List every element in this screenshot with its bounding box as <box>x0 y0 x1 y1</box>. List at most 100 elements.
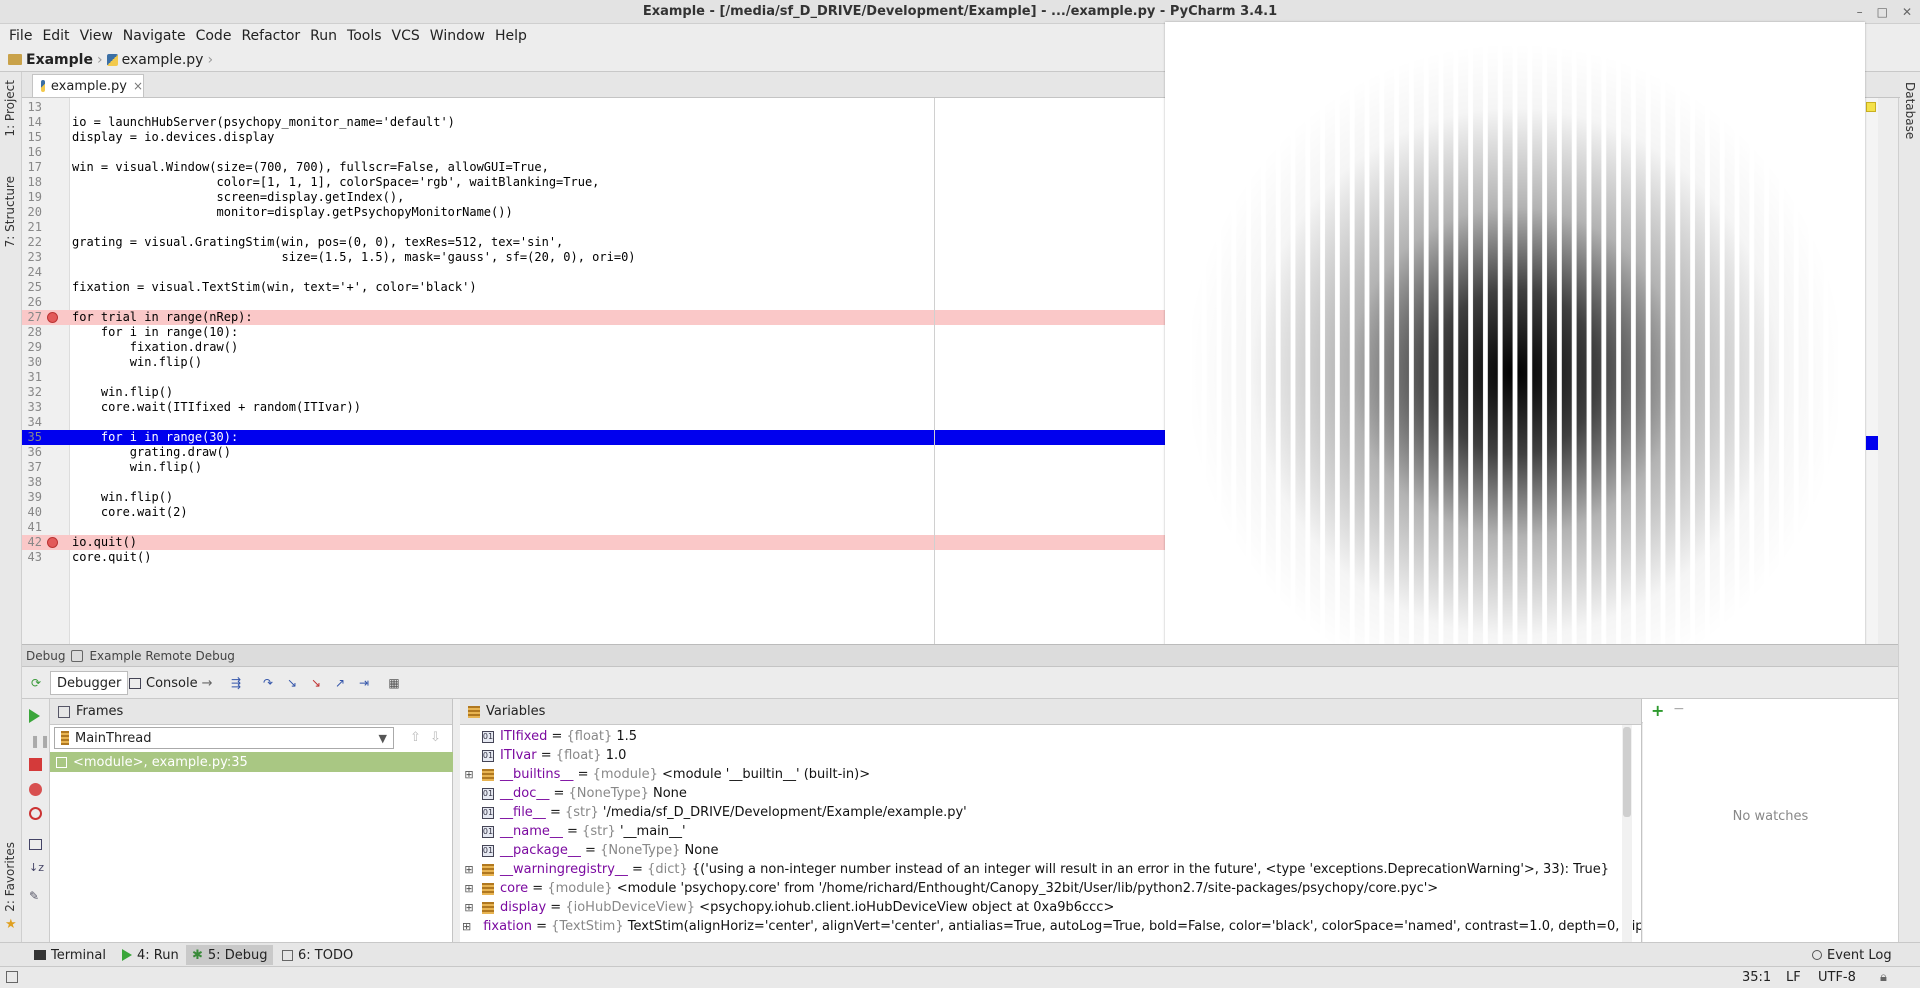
breadcrumb-project[interactable]: Example <box>26 52 93 68</box>
step-into-my-code-icon[interactable]: ↘ <box>308 675 324 691</box>
scrollbar-thumb[interactable] <box>1623 727 1631 817</box>
breakpoint-icon[interactable] <box>47 312 58 323</box>
variable-row[interactable]: 01 __file__ = {str} '/media/sf_D_DRIVE/De… <box>460 803 1620 822</box>
variable-row[interactable]: ⊞ __warningregistry__ = {dict} {('using a… <box>460 860 1620 879</box>
sort-icon[interactable]: ↓z <box>29 861 44 874</box>
breakpoint-icon[interactable] <box>47 537 58 548</box>
frame-row[interactable]: <module>, example.py:35 <box>50 752 453 772</box>
tool-favorites[interactable]: 2: Favorites <box>3 842 17 912</box>
line-number: 34 <box>27 415 42 429</box>
resume-icon[interactable] <box>29 709 40 723</box>
step-over-icon[interactable]: ↷ <box>260 675 276 691</box>
tool-database[interactable]: Database <box>1903 82 1917 139</box>
tab-debugger[interactable]: Debugger <box>50 671 129 695</box>
variables-scrollbar[interactable] <box>1622 725 1632 942</box>
variable-row[interactable]: 01 ITIvar = {float} 1.0 <box>460 746 1620 765</box>
close-tab-icon[interactable]: × <box>133 79 143 93</box>
toggle-panels-icon[interactable] <box>6 971 18 983</box>
menu-tools[interactable]: Tools <box>342 28 387 44</box>
menu-run[interactable]: Run <box>305 28 342 44</box>
line-number: 33 <box>27 400 42 414</box>
variable-row[interactable]: 01 __name__ = {str} '__main__' <box>460 822 1620 841</box>
variable-row[interactable]: 01 __package__ = {NoneType} None <box>460 841 1620 860</box>
object-icon <box>482 768 494 781</box>
menu-refactor[interactable]: Refactor <box>236 28 305 44</box>
code-text: io.quit() <box>72 535 138 549</box>
object-icon <box>482 901 494 914</box>
code-text: screen=display.getIndex(), <box>72 190 405 204</box>
debug-tool-button[interactable]: ✱ 5: Debug <box>186 945 274 965</box>
variable-value: <psychopy.iohub.client.ioHubDeviceView o… <box>699 900 1115 915</box>
variable-row[interactable]: ⊞ display = {ioHubDeviceView} <psychopy.i… <box>460 898 1620 917</box>
debug-config-name[interactable]: Example Remote Debug <box>89 649 234 663</box>
stop-icon[interactable] <box>29 758 42 771</box>
menu-vcs[interactable]: VCS <box>387 28 425 44</box>
code-text: win.flip() <box>72 355 203 369</box>
todo-button[interactable]: 6: TODO <box>276 945 359 965</box>
expand-icon[interactable]: ⊞ <box>462 882 476 895</box>
menu-help[interactable]: Help <box>490 28 532 44</box>
run-tool-button[interactable]: 4: Run <box>116 945 185 965</box>
tool-project[interactable]: 1: Project <box>3 80 17 137</box>
debug-label: 5: Debug <box>207 947 268 963</box>
star-icon[interactable]: ★ <box>5 917 17 932</box>
expand-icon[interactable]: ⊞ <box>462 863 476 876</box>
variable-value: TextStim(alignHoriz='center', alignVert=… <box>627 919 1642 934</box>
line-separator[interactable]: LF <box>1786 970 1801 985</box>
variable-row[interactable]: 01 __doc__ = {NoneType} None <box>460 784 1620 803</box>
maximize-icon[interactable]: □ <box>1877 5 1888 19</box>
variable-value: <module 'psychopy.core' from '/home/rich… <box>616 881 1439 896</box>
step-out-icon[interactable]: ↗ <box>332 675 348 691</box>
frames-title: Frames <box>76 704 124 719</box>
layout-icon[interactable] <box>29 839 42 850</box>
tab-example-py[interactable]: example.py × <box>32 74 144 97</box>
no-watches-text: No watches <box>1732 809 1809 824</box>
variable-row[interactable]: 01 ITIfixed = {float} 1.5 <box>460 727 1620 746</box>
menu-window[interactable]: Window <box>425 28 490 44</box>
mute-breakpoints-icon[interactable] <box>29 807 42 820</box>
frame-down-icon[interactable]: ⇩ <box>430 730 441 745</box>
settings-icon[interactable]: ✎ <box>29 889 39 903</box>
step-into-icon[interactable]: ↘ <box>284 675 300 691</box>
tool-structure[interactable]: 7: Structure <box>3 176 17 247</box>
variable-row[interactable]: ⊞ core = {module} <module 'psychopy.core'… <box>460 879 1620 898</box>
event-log-label: Event Log <box>1827 947 1892 963</box>
expand-icon[interactable]: ⊞ <box>462 901 476 914</box>
thread-selector[interactable]: MainThread ▼ <box>54 727 394 749</box>
menu-file[interactable]: File <box>4 28 37 44</box>
equals-sign: = <box>549 786 569 801</box>
editor-scrollbar[interactable] <box>1864 98 1878 644</box>
variable-row[interactable]: ⊞ fixation = {TextStim} TextStim(alignHor… <box>460 917 1641 936</box>
rerun-icon[interactable]: ⟳ <box>28 675 44 691</box>
variable-value: None <box>684 843 719 858</box>
expand-icon[interactable]: ⊞ <box>462 920 471 933</box>
remove-watch-icon[interactable]: − <box>1673 701 1685 717</box>
terminal-button[interactable]: Terminal <box>28 945 112 965</box>
menu-edit[interactable]: Edit <box>37 28 74 44</box>
add-watch-icon[interactable]: + <box>1651 701 1664 720</box>
pause-icon[interactable]: ❚❚ <box>30 734 50 748</box>
menu-code[interactable]: Code <box>191 28 237 44</box>
equals-sign: = <box>562 824 583 839</box>
variable-row[interactable]: ⊞ __builtins__ = {module} <module '__buil… <box>460 765 1620 784</box>
tab-console[interactable]: Console → <box>122 671 220 695</box>
close-icon[interactable]: ✕ <box>1902 5 1912 19</box>
expand-icon[interactable]: ⊞ <box>462 768 476 781</box>
show-execution-point-icon[interactable]: ⇶ <box>228 675 244 691</box>
minimize-icon[interactable]: – <box>1857 5 1863 19</box>
lock-icon[interactable]: 🔒︎ <box>1880 970 1887 985</box>
run-to-cursor-icon[interactable]: ⇥ <box>356 675 372 691</box>
evaluate-expression-icon[interactable]: ▦ <box>386 675 402 691</box>
file-encoding[interactable]: UTF-8 <box>1818 970 1856 985</box>
menu-navigate[interactable]: Navigate <box>118 28 191 44</box>
breadcrumb-file[interactable]: example.py <box>122 52 204 68</box>
menu-view[interactable]: View <box>75 28 118 44</box>
warning-marker[interactable] <box>1866 102 1876 112</box>
caret-position[interactable]: 35:1 <box>1742 970 1771 985</box>
frame-up-icon[interactable]: ⇧ <box>410 730 421 745</box>
terminal-icon <box>34 950 46 960</box>
line-number: 37 <box>27 460 42 474</box>
view-breakpoints-icon[interactable] <box>29 783 42 796</box>
current-line-marker[interactable] <box>1866 436 1878 450</box>
event-log-button[interactable]: Event Log <box>1806 945 1898 965</box>
